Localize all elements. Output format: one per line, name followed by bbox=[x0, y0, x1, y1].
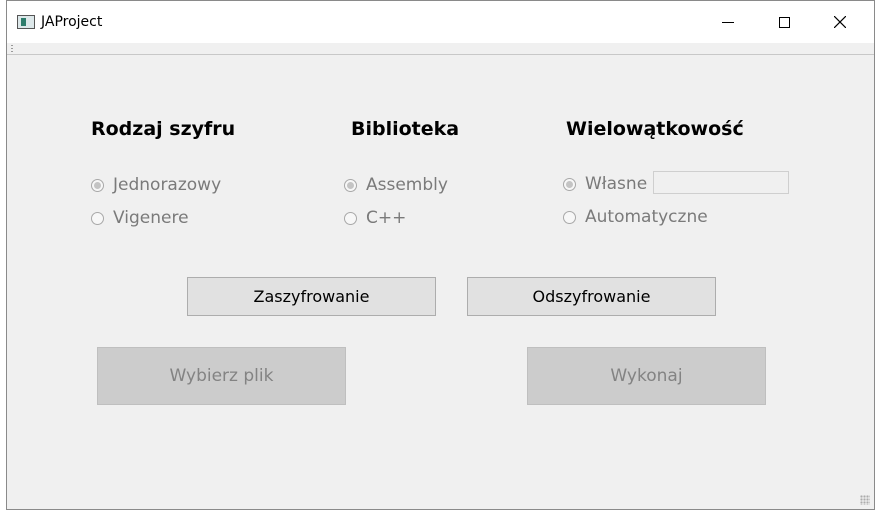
radio-label: Jednorazowy bbox=[113, 175, 222, 195]
minimize-icon bbox=[722, 21, 734, 23]
radio-indicator bbox=[563, 210, 576, 224]
radio-assembly[interactable]: Assembly bbox=[344, 175, 448, 195]
threads-heading: Wielowątkowość bbox=[566, 118, 744, 140]
execute-button[interactable]: Wykonaj bbox=[527, 347, 766, 405]
choose-file-button[interactable]: Wybierz plik bbox=[97, 347, 346, 405]
radio-custom-threads[interactable]: Własne bbox=[563, 174, 647, 194]
decrypt-button[interactable]: Odszyfrowanie bbox=[467, 277, 716, 316]
maximize-icon bbox=[778, 16, 790, 28]
radio-vigenere[interactable]: Vigenere bbox=[91, 208, 189, 228]
radio-indicator bbox=[344, 211, 357, 225]
radio-label: Własne bbox=[585, 174, 648, 194]
radio-auto-threads[interactable]: Automatyczne bbox=[563, 207, 708, 227]
window-title: JAProject bbox=[41, 14, 103, 30]
radio-label: Automatyczne bbox=[585, 207, 708, 227]
title-bar[interactable]: JAProject bbox=[7, 1, 874, 43]
toolbar-grip-icon[interactable] bbox=[11, 45, 13, 52]
close-icon bbox=[834, 16, 846, 28]
maximize-button[interactable] bbox=[761, 1, 807, 43]
cipher-heading: Rodzaj szyfru bbox=[91, 118, 236, 140]
radio-indicator bbox=[91, 178, 104, 192]
library-heading: Biblioteka bbox=[351, 118, 460, 140]
encrypt-button[interactable]: Zaszyfrowanie bbox=[187, 277, 436, 316]
thread-count-input[interactable] bbox=[653, 171, 789, 194]
radio-indicator bbox=[344, 178, 357, 192]
radio-label: Assembly bbox=[366, 175, 448, 195]
main-window: JAProject Rodzaj szyfru Jednorazowy Vige… bbox=[6, 0, 875, 510]
minimize-button[interactable] bbox=[705, 1, 751, 43]
app-icon bbox=[17, 15, 35, 29]
size-grip-icon[interactable] bbox=[860, 495, 870, 505]
radio-cpp[interactable]: C++ bbox=[344, 208, 406, 228]
radio-label: Vigenere bbox=[113, 208, 189, 228]
radio-label: C++ bbox=[366, 208, 407, 228]
close-button[interactable] bbox=[817, 1, 863, 43]
radio-indicator bbox=[91, 211, 104, 225]
radio-one-time-pad[interactable]: Jednorazowy bbox=[91, 175, 221, 195]
toolbar bbox=[7, 43, 874, 55]
radio-indicator bbox=[563, 177, 576, 191]
